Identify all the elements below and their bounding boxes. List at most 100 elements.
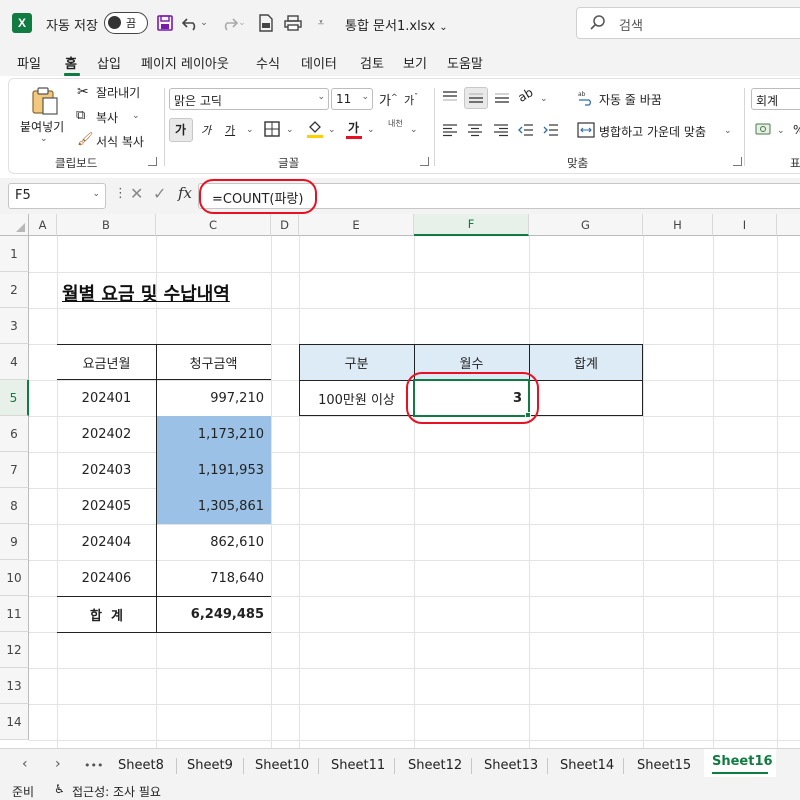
row-header-5[interactable]: 5 — [0, 380, 29, 416]
tab-scroll-right-icon[interactable]: › — [55, 756, 61, 772]
underline-button[interactable]: 가 — [225, 122, 235, 138]
increase-indent-icon[interactable] — [543, 123, 559, 137]
row-header-11[interactable]: 11 — [0, 596, 29, 632]
cut-button[interactable]: 잘라내기 — [96, 84, 140, 101]
paste-icon[interactable] — [30, 86, 60, 116]
sheet-tab-15[interactable]: Sheet15 — [637, 758, 691, 773]
row-header-8[interactable]: 8 — [0, 488, 29, 524]
grow-font-button[interactable]: 가^ — [379, 90, 398, 109]
tab-help[interactable]: 도움말 — [447, 53, 483, 72]
paste-button[interactable]: 붙여넣기 — [20, 118, 64, 135]
column-header-j[interactable] — [777, 214, 800, 236]
table-total-label[interactable]: 합 계 — [57, 596, 156, 632]
accounting-dropdown-icon[interactable]: ⌄ — [777, 126, 785, 136]
italic-button[interactable]: 가 — [201, 122, 211, 138]
accessibility-icon[interactable]: ♿ — [54, 782, 65, 796]
tab-overflow-icon[interactable]: ••• — [84, 759, 103, 772]
row-header-13[interactable]: 13 — [0, 668, 29, 704]
table-row-month[interactable]: 202406 — [57, 560, 156, 596]
document-title[interactable]: 통합 문서1.xlsx ⌄ — [345, 15, 448, 34]
accounting-format-icon[interactable] — [755, 121, 775, 137]
sheet-tab-12[interactable]: Sheet12 — [408, 758, 462, 773]
table-row-month[interactable]: 202404 — [57, 524, 156, 560]
print-preview-icon[interactable] — [282, 12, 304, 34]
merge-center-button[interactable]: 병합하고 가운데 맞춤 — [599, 123, 706, 140]
shrink-font-button[interactable]: 가ˇ — [404, 92, 418, 108]
name-box[interactable]: F5 ⌄ — [8, 183, 106, 209]
table-row-amount[interactable]: 718,640 — [156, 560, 271, 596]
phonetic-dropdown-icon[interactable]: ⌄ — [410, 125, 418, 135]
font-color-button[interactable]: 가 — [348, 119, 359, 136]
row-header-7[interactable]: 7 — [0, 452, 29, 488]
insert-function-icon[interactable]: fx — [178, 184, 192, 202]
format-painter-button[interactable]: 서식 복사 — [96, 133, 144, 150]
table-row-month[interactable]: 202403 — [57, 452, 156, 488]
tab-file[interactable]: 파일 — [17, 53, 41, 72]
wrap-text-button[interactable]: 자동 줄 바꿈 — [599, 91, 662, 108]
search-input[interactable]: 검색 — [576, 7, 800, 39]
table-row-month[interactable]: 202401 — [57, 380, 156, 416]
column-header-e[interactable]: E — [299, 214, 414, 236]
summary-total-cell[interactable] — [529, 380, 643, 416]
export-pdf-icon[interactable] — [255, 12, 277, 34]
sheet-tab-16-active[interactable]: Sheet16 — [704, 749, 776, 777]
merge-dropdown-icon[interactable]: ⌄ — [724, 126, 732, 136]
row-header-4[interactable]: 4 — [0, 344, 29, 380]
fill-color-icon[interactable] — [306, 119, 324, 139]
table-row-amount[interactable]: 1,191,953 — [156, 452, 271, 488]
row-header-10[interactable]: 10 — [0, 560, 29, 596]
number-format-combo[interactable]: 회계 — [751, 88, 800, 110]
border-icon[interactable] — [264, 121, 280, 137]
table-row-month[interactable]: 202405 — [57, 488, 156, 524]
column-header-i[interactable]: I — [713, 214, 777, 236]
copy-button[interactable]: 복사 — [96, 109, 118, 126]
align-right-icon[interactable] — [493, 123, 509, 137]
column-header-a[interactable]: A — [29, 214, 57, 236]
summary-header-category[interactable]: 구분 — [299, 344, 414, 380]
accessibility-status[interactable]: 접근성: 조사 필요 — [72, 783, 161, 800]
row-header-3[interactable]: 3 — [0, 308, 29, 344]
clipboard-launcher-icon[interactable] — [148, 157, 157, 166]
autosave-toggle[interactable]: 끔 — [104, 12, 148, 34]
font-color-dropdown-icon[interactable]: ⌄ — [367, 125, 375, 135]
percent-style-icon[interactable]: % — [793, 123, 800, 137]
cancel-entry-icon[interactable]: ✕ — [130, 184, 143, 203]
format-painter-icon[interactable]: 🖌 — [77, 132, 94, 147]
summary-header-total[interactable]: 합계 — [529, 344, 643, 380]
tab-data[interactable]: 데이터 — [301, 53, 337, 72]
phonetic-button[interactable]: 내천 — [388, 119, 406, 128]
fill-color-dropdown-icon[interactable]: ⌄ — [328, 125, 336, 135]
alignment-launcher-icon[interactable] — [733, 157, 742, 166]
copy-dropdown-icon[interactable]: ⌄ — [132, 111, 140, 121]
sheet-tab-10[interactable]: Sheet10 — [255, 758, 309, 773]
table-row-amount[interactable]: 997,210 — [156, 380, 271, 416]
table-header-amount[interactable]: 청구금액 — [156, 344, 271, 380]
tab-page-layout[interactable]: 페이지 레이아웃 — [141, 53, 229, 72]
column-header-d[interactable]: D — [271, 214, 299, 236]
align-bottom-icon[interactable] — [494, 90, 510, 104]
table-row-month[interactable]: 202402 — [57, 416, 156, 452]
redo-dropdown-icon[interactable]: ⌄ — [236, 12, 248, 34]
tab-formulas[interactable]: 수식 — [256, 53, 280, 72]
tab-home[interactable]: 홈 — [65, 53, 77, 72]
font-name-combo[interactable]: 맑은 고딕 ⌄ — [169, 88, 329, 110]
column-header-g[interactable]: G — [529, 214, 643, 236]
font-launcher-icon[interactable] — [420, 157, 429, 166]
sheet-tab-14[interactable]: Sheet14 — [560, 758, 614, 773]
column-header-b[interactable]: B — [57, 214, 156, 236]
table-row-amount[interactable]: 862,610 — [156, 524, 271, 560]
worksheet-grid[interactable]: A B C D E F G H I 1 2 3 4 5 6 7 8 9 10 1… — [0, 214, 800, 748]
sheet-tab-9[interactable]: Sheet9 — [187, 758, 233, 773]
table-header-month[interactable]: 요금년월 — [57, 344, 156, 380]
align-top-icon[interactable] — [442, 90, 458, 104]
align-left-icon[interactable] — [442, 123, 458, 137]
table-row-amount[interactable]: 1,173,210 — [156, 416, 271, 452]
row-header-14[interactable]: 14 — [0, 704, 29, 740]
sheet-title[interactable]: 월별 요금 및 수납내역 — [62, 280, 230, 306]
sheet-tab-11[interactable]: Sheet11 — [331, 758, 385, 773]
border-dropdown-icon[interactable]: ⌄ — [286, 125, 294, 135]
table-total-value[interactable]: 6,249,485 — [156, 596, 271, 632]
tab-view[interactable]: 보기 — [403, 53, 427, 72]
table-row-amount[interactable]: 1,305,861 — [156, 488, 271, 524]
row-header-6[interactable]: 6 — [0, 416, 29, 452]
